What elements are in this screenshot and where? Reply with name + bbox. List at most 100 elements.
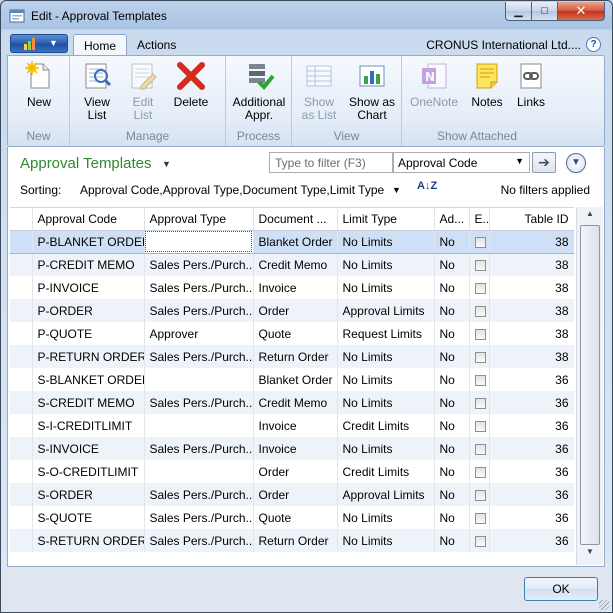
table-row[interactable]: S-INVOICE Sales Pers./Purch... Invoice No L… xyxy=(10,437,574,460)
view-list-button[interactable]: View List xyxy=(76,60,118,122)
cell-approval-type[interactable]: Sales Pers./Purch... xyxy=(144,299,254,322)
table-row[interactable]: P-RETURN ORDER Sales Pers./Purch... Return… xyxy=(10,345,574,368)
cell-additional-approvers[interactable]: No xyxy=(434,345,470,368)
cell-additional-approvers[interactable]: No xyxy=(434,299,470,322)
help-icon[interactable]: ? xyxy=(586,37,601,52)
links-button[interactable]: Links xyxy=(512,60,550,109)
cell-limit-type[interactable]: No Limits xyxy=(337,437,435,460)
cell-approval-code[interactable]: S-BLANKET ORDER xyxy=(32,368,145,391)
cell-limit-type[interactable]: No Limits xyxy=(337,229,435,254)
cell-document-type[interactable]: Blanket Order xyxy=(253,368,338,391)
row-selector[interactable] xyxy=(10,276,33,299)
cell-approval-code[interactable]: S-RETURN ORDER xyxy=(32,529,145,552)
filter-input[interactable]: Type to filter (F3) xyxy=(269,152,393,173)
cell-approval-type[interactable]: Sales Pers./Purch... xyxy=(144,345,254,368)
enabled-checkbox[interactable] xyxy=(474,397,486,409)
row-selector[interactable] xyxy=(10,368,33,391)
row-selector[interactable] xyxy=(10,506,33,529)
cell-table-id[interactable]: 38 xyxy=(489,299,574,322)
cell-document-type[interactable]: Order xyxy=(253,299,338,322)
cell-enabled[interactable] xyxy=(469,529,490,552)
cell-enabled[interactable] xyxy=(469,253,490,276)
cell-table-id[interactable]: 36 xyxy=(489,529,574,552)
chevron-down-icon[interactable]: ▼ xyxy=(392,185,401,195)
row-selector[interactable] xyxy=(10,229,33,254)
cell-limit-type[interactable]: No Limits xyxy=(337,253,435,276)
table-row[interactable]: S-BLANKET ORDER Blanket Order No Limits No 3… xyxy=(10,368,574,391)
table-row[interactable]: S-ORDER Sales Pers./Purch... Order Approval… xyxy=(10,483,574,506)
cell-enabled[interactable] xyxy=(469,460,490,483)
cell-limit-type[interactable]: Credit Limits xyxy=(337,460,435,483)
table-row[interactable]: S-I-CREDITLIMIT Invoice Credit Limits No 36 xyxy=(10,414,574,437)
show-as-chart-button[interactable]: Show as Chart xyxy=(346,60,398,122)
cell-enabled[interactable] xyxy=(469,322,490,345)
cell-additional-approvers[interactable]: No xyxy=(434,368,470,391)
cell-document-type[interactable]: Order xyxy=(253,460,338,483)
cell-approval-type[interactable]: Sales Pers./Purch... xyxy=(144,483,254,506)
maximize-button[interactable]: □ xyxy=(531,2,558,21)
cell-approval-type[interactable]: Sales Pers./Purch... xyxy=(144,506,254,529)
cell-enabled[interactable] xyxy=(469,368,490,391)
cell-limit-type[interactable]: No Limits xyxy=(337,391,435,414)
cell-approval-type[interactable]: Approver xyxy=(144,322,254,345)
cell-table-id[interactable]: 38 xyxy=(489,253,574,276)
cell-additional-approvers[interactable]: No xyxy=(434,253,470,276)
cell-approval-code[interactable]: S-ORDER xyxy=(32,483,145,506)
row-selector[interactable] xyxy=(10,414,33,437)
cell-table-id[interactable]: 38 xyxy=(489,276,574,299)
cell-enabled[interactable] xyxy=(469,345,490,368)
cell-document-type[interactable]: Blanket Order xyxy=(253,229,338,254)
cell-document-type[interactable]: Invoice xyxy=(253,276,338,299)
row-selector[interactable] xyxy=(10,437,33,460)
cell-additional-approvers[interactable]: No xyxy=(434,437,470,460)
cell-table-id[interactable]: 38 xyxy=(489,322,574,345)
application-menu-button[interactable]: ▼ xyxy=(10,34,68,53)
row-selector[interactable] xyxy=(10,529,33,552)
cell-approval-type[interactable]: Sales Pers./Purch... xyxy=(144,391,254,414)
cell-limit-type[interactable]: No Limits xyxy=(337,368,435,391)
cell-table-id[interactable]: 36 xyxy=(489,437,574,460)
row-selector[interactable] xyxy=(10,483,33,506)
cell-limit-type[interactable]: Request Limits xyxy=(337,322,435,345)
cell-approval-code[interactable]: P-INVOICE xyxy=(32,276,145,299)
table-row[interactable]: S-QUOTE Sales Pers./Purch... Quote No Limit… xyxy=(10,506,574,529)
cell-document-type[interactable]: Return Order xyxy=(253,529,338,552)
scroll-down-icon[interactable]: ▼ xyxy=(581,547,599,563)
table-row[interactable]: S-CREDIT MEMO Sales Pers./Purch... Credit … xyxy=(10,391,574,414)
sorting-select[interactable]: Approval Code,Approval Type,Document Typ… xyxy=(80,183,384,197)
cell-additional-approvers[interactable]: No xyxy=(434,460,470,483)
list-title[interactable]: Approval Templates xyxy=(20,155,151,172)
table-row[interactable]: S-O-CREDITLIMIT Order Credit Limits No 36 xyxy=(10,460,574,483)
minimize-button[interactable]: ▁ xyxy=(505,2,532,21)
cell-approval-code[interactable]: P-ORDER xyxy=(32,299,145,322)
enabled-checkbox[interactable] xyxy=(474,328,486,340)
filter-field-select[interactable]: Approval Code ▼ xyxy=(393,152,530,173)
cell-approval-code[interactable]: S-INVOICE xyxy=(32,437,145,460)
cell-approval-code[interactable]: P-BLANKET ORDER xyxy=(32,229,145,254)
cell-additional-approvers[interactable]: No xyxy=(434,529,470,552)
enabled-checkbox[interactable] xyxy=(474,535,486,547)
cell-enabled[interactable] xyxy=(469,437,490,460)
cell-approval-code[interactable]: P-RETURN ORDER xyxy=(32,345,145,368)
cell-additional-approvers[interactable]: No xyxy=(434,483,470,506)
cell-additional-approvers[interactable]: No xyxy=(434,391,470,414)
enabled-checkbox[interactable] xyxy=(474,305,486,317)
expand-filter-button[interactable]: ▼ xyxy=(566,153,586,173)
table-row[interactable]: S-RETURN ORDER Sales Pers./Purch... Return… xyxy=(10,529,574,552)
cell-limit-type[interactable]: Approval Limits xyxy=(337,299,435,322)
cell-approval-type[interactable]: Sales Pers./Purch... xyxy=(144,276,254,299)
cell-limit-type[interactable]: No Limits xyxy=(337,345,435,368)
vertical-scrollbar[interactable]: ▲ ▼ xyxy=(576,207,603,565)
enabled-checkbox[interactable] xyxy=(474,260,486,272)
show-as-list-button[interactable]: Show as List xyxy=(296,60,342,122)
delete-button[interactable]: Delete xyxy=(170,60,212,109)
enabled-checkbox[interactable] xyxy=(474,236,486,248)
cell-additional-approvers[interactable]: No xyxy=(434,229,470,254)
table-row[interactable]: P-QUOTE Approver Quote Request Limits No 38 xyxy=(10,322,574,345)
cell-document-type[interactable]: Credit Memo xyxy=(253,391,338,414)
new-button[interactable]: New xyxy=(18,60,60,109)
close-button[interactable]: ✕ xyxy=(557,2,605,21)
cell-document-type[interactable]: Order xyxy=(253,483,338,506)
cell-enabled[interactable] xyxy=(469,483,490,506)
ok-button[interactable]: OK xyxy=(524,577,598,601)
